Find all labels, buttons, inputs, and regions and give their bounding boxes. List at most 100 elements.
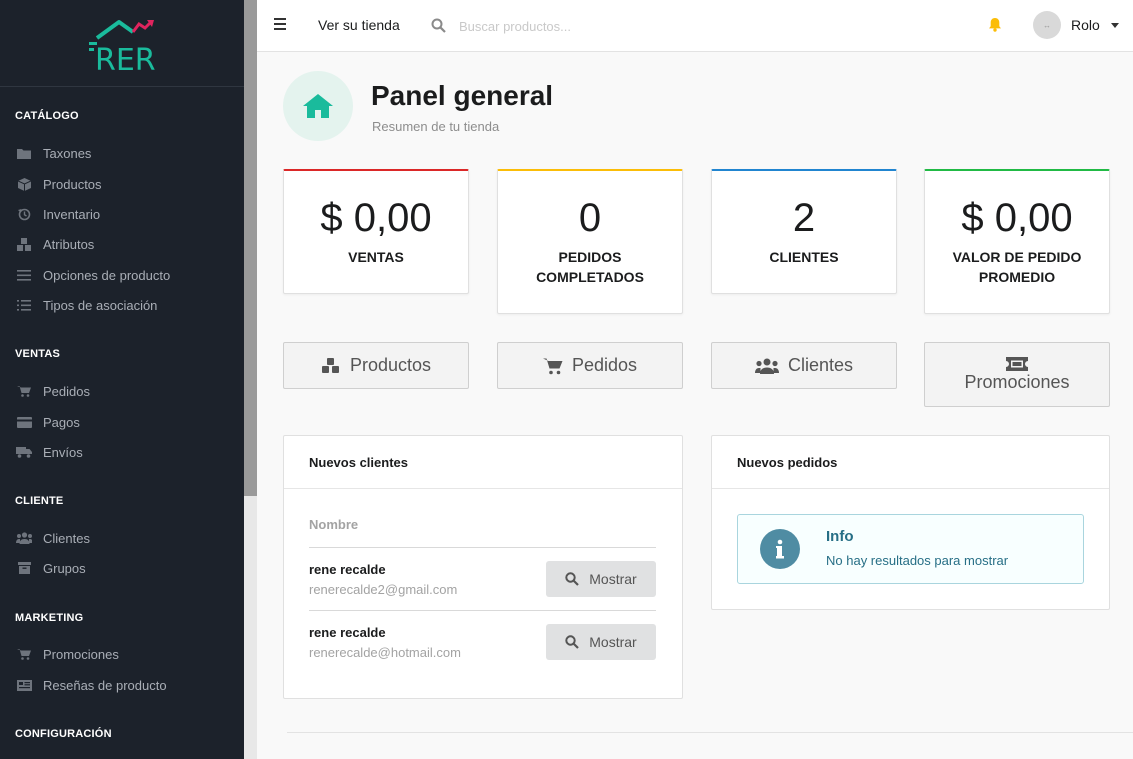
sidebar-item-resenas[interactable]: Reseñas de producto: [0, 670, 244, 700]
info-message: No hay resultados para mostrar: [826, 553, 1009, 568]
history-icon: [16, 208, 32, 220]
logo-icon: RER: [89, 20, 156, 74]
payment-icon: [16, 416, 32, 428]
archive-icon: [16, 562, 32, 574]
new-orders-panel: Nuevos pedidos Info No hay resultados pa…: [711, 435, 1110, 610]
stat-value: $ 0,00: [320, 196, 432, 240]
sidebar-item-label: Promociones: [43, 646, 119, 662]
stat-card-ventas: $ 0,00 VENTAS: [283, 169, 469, 294]
sidebar-item-envios[interactable]: Envíos: [0, 437, 244, 467]
show-button-label: Mostrar: [589, 634, 637, 650]
caret-down-icon[interactable]: [1111, 23, 1119, 28]
sidebar-item-taxones[interactable]: Taxones: [0, 138, 244, 168]
stat-label: CLIENTES: [769, 249, 839, 265]
stat-label: VALOR DE PEDIDO PROMEDIO: [952, 249, 1082, 285]
customer-email: renerecalde@hotmail.com: [309, 645, 461, 660]
users-icon: [754, 358, 779, 374]
stat-value: 0: [578, 196, 602, 240]
stat-card-valor-promedio: $ 0,00 VALOR DE PEDIDO PROMEDIO: [924, 169, 1110, 314]
cart-icon: [16, 648, 32, 660]
stat-card-pedidos: 0 PEDIDOS COMPLETADOS: [497, 169, 683, 314]
sidebar-item-label: Productos: [43, 176, 102, 192]
info-message-box: Info No hay resultados para mostrar: [737, 514, 1084, 584]
sidebar-item-inventario[interactable]: Inventario: [0, 199, 244, 229]
truck-icon: [16, 446, 32, 458]
stat-value: $ 0,00: [961, 196, 1073, 240]
search-icon: [565, 635, 580, 649]
sidebar-item-productos[interactable]: Productos: [0, 169, 244, 199]
section-title-cliente: CLIENTE: [15, 495, 64, 507]
productos-button-label: Productos: [349, 355, 432, 375]
sidebar-item-label: Grupos: [43, 560, 86, 576]
sidebar-item-atributos[interactable]: Atributos: [0, 229, 244, 259]
avatar[interactable]: ↔: [1033, 11, 1061, 39]
sidebar-item-label: Pedidos: [43, 383, 90, 399]
sidebar-item-grupos[interactable]: Grupos: [0, 553, 244, 583]
search-icon: [431, 18, 446, 38]
sidebar-item-label: Envíos: [43, 444, 83, 460]
sidebar-item-opciones[interactable]: Opciones de producto: [0, 260, 244, 290]
customer-name: rene recalde: [309, 625, 386, 640]
panel-title: Nuevos pedidos: [712, 436, 1109, 489]
home-icon: [303, 94, 333, 118]
sidebar-item-label: Pagos: [43, 414, 80, 430]
clientes-button[interactable]: Clientes: [711, 342, 897, 389]
user-name[interactable]: Rolo: [1071, 17, 1100, 33]
search-icon: [565, 572, 580, 586]
panel-title: Nuevos clientes: [284, 436, 682, 489]
sidebar-item-promociones[interactable]: Promociones: [0, 639, 244, 669]
sidebar-item-tipos-asociacion[interactable]: Tipos de asociación: [0, 290, 244, 320]
sidebar-scrollbar-thumb[interactable]: [244, 0, 257, 496]
stat-label: VENTAS: [348, 249, 404, 265]
section-title-marketing: MARKETING: [15, 612, 84, 624]
show-customer-button[interactable]: Mostrar: [546, 624, 656, 660]
customer-name: rene recalde: [309, 562, 386, 577]
sidebar-item-pedidos[interactable]: Pedidos: [0, 376, 244, 406]
section-title-ventas: VENTAS: [15, 348, 61, 360]
sidebar-item-label: Taxones: [43, 145, 92, 161]
logo[interactable]: RER: [0, 0, 244, 87]
ticket-icon: [1006, 356, 1028, 371]
section-title-configuracion: CONFIGURACIÓN: [15, 728, 112, 740]
info-title: Info: [826, 528, 854, 545]
view-store-link[interactable]: Ver su tienda: [318, 17, 400, 33]
tasks-icon: [16, 299, 32, 311]
stat-value: 2: [792, 196, 816, 240]
sidebar-item-label: Opciones de producto: [43, 267, 171, 283]
clientes-button-label: Clientes: [787, 355, 854, 375]
newspaper-icon: [16, 679, 32, 691]
users-icon: [16, 532, 32, 544]
sidebar-item-label: Tipos de asociación: [43, 297, 158, 313]
sidebar-item-label: Inventario: [43, 206, 101, 222]
cubes-icon: [321, 357, 341, 374]
cube-icon: [16, 177, 32, 191]
search-input[interactable]: [459, 15, 739, 37]
promociones-button[interactable]: Promociones: [924, 342, 1110, 407]
page-title: Panel general: [371, 80, 554, 111]
productos-button[interactable]: Productos: [283, 342, 469, 389]
home-icon-circle: [283, 71, 353, 141]
cart-icon: [16, 385, 32, 397]
sidebar-item-label: Reseñas de producto: [43, 677, 167, 693]
show-button-label: Mostrar: [589, 571, 637, 587]
new-customers-panel: Nuevos clientes Nombre rene recalde rene…: [283, 435, 683, 699]
column-header-nombre: Nombre: [309, 517, 359, 532]
section-title-catalogo: CATÁLOGO: [15, 110, 79, 122]
show-customer-button[interactable]: Mostrar: [546, 561, 656, 597]
options-icon: [16, 269, 32, 281]
sidebar-item-clientes[interactable]: Clientes: [0, 523, 244, 553]
pedidos-button-label: Pedidos: [571, 355, 638, 375]
cubes-icon: [16, 237, 32, 251]
pedidos-button[interactable]: Pedidos: [497, 342, 683, 389]
bell-icon[interactable]: [988, 17, 1002, 37]
info-icon: [760, 529, 800, 569]
sidebar: RER CATÁLOGO Taxones Productos Inventari…: [0, 0, 244, 759]
divider: [309, 610, 656, 611]
sidebar-item-pagos[interactable]: Pagos: [0, 407, 244, 437]
svg-text:RER: RER: [95, 43, 156, 74]
stat-label: PEDIDOS COMPLETADOS: [536, 249, 644, 285]
cart-icon: [542, 357, 563, 375]
customer-email: renerecalde2@gmail.com: [309, 582, 458, 597]
menu-toggle-icon[interactable]: [274, 18, 286, 30]
topbar: Ver su tienda ↔ Rolo: [257, 0, 1133, 52]
